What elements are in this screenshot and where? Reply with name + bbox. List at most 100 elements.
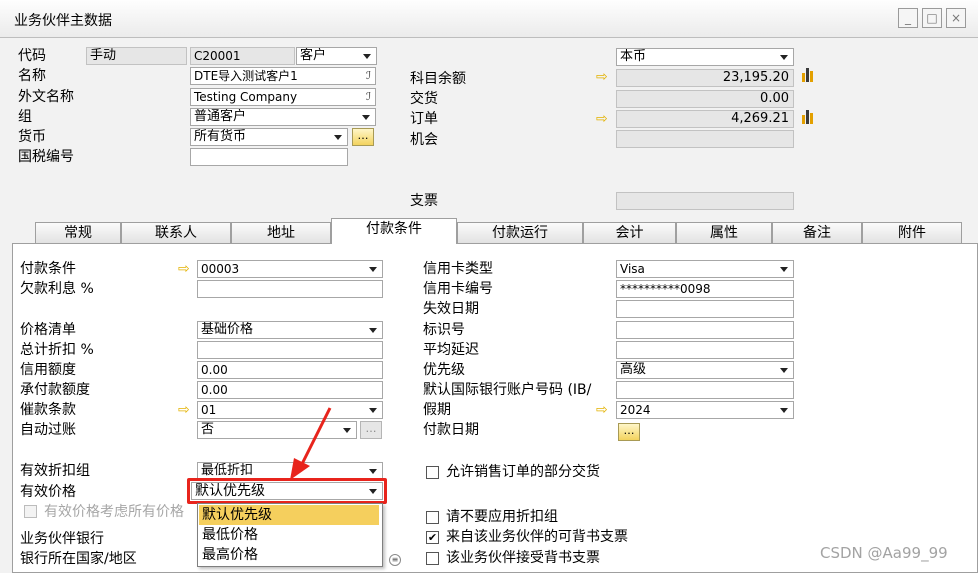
id-number-label: 标识号 bbox=[423, 322, 465, 338]
bar-chart-icon[interactable] bbox=[802, 110, 816, 124]
group-select[interactable]: 普通客户 bbox=[190, 108, 376, 126]
partial-delivery-label: 允许销售订单的部分交货 bbox=[446, 464, 600, 480]
account-balance-field: 23,195.20 bbox=[616, 69, 794, 87]
credit-limit-field[interactable]: 0.00 bbox=[197, 361, 383, 379]
average-delay-field[interactable] bbox=[616, 341, 794, 359]
orders-label: 订单 bbox=[410, 111, 438, 127]
annotation-arrow bbox=[290, 407, 332, 480]
maximize-button[interactable]: □ bbox=[922, 8, 942, 28]
window-title: 业务伙伴主数据 bbox=[14, 13, 112, 29]
effective-price-all-label: 有效价格考虑所有价格 bbox=[44, 504, 184, 520]
total-discount-field[interactable] bbox=[197, 341, 383, 359]
holiday-label: 假期 bbox=[423, 402, 451, 418]
link-arrow-icon[interactable]: ⇨ bbox=[596, 70, 611, 84]
title-bar bbox=[0, 0, 978, 38]
link-arrow-icon[interactable]: ⇨ bbox=[596, 403, 611, 417]
name-field[interactable]: DTE导入测试客户1 bbox=[190, 67, 376, 85]
dropdown-option-default-priority[interactable]: 默认优先级 bbox=[199, 505, 379, 525]
partial-delivery-checkbox[interactable] bbox=[426, 466, 439, 479]
name-label: 名称 bbox=[18, 68, 46, 84]
currency-label: 货币 bbox=[18, 129, 46, 145]
card-number-label: 信用卡编号 bbox=[423, 281, 493, 297]
interest-label: 欠款利息 % bbox=[20, 281, 94, 297]
tab-remarks[interactable]: 备注 bbox=[772, 222, 862, 243]
account-balance-label: 科目余额 bbox=[410, 71, 466, 87]
tab-general[interactable]: 常规 bbox=[35, 222, 121, 243]
tab-payment-run[interactable]: 付款运行 bbox=[457, 222, 583, 243]
payment-terms-select[interactable]: 00003 bbox=[197, 260, 383, 278]
auto-post-more-button[interactable]: … bbox=[360, 421, 382, 439]
credit-limit-label: 信用额度 bbox=[20, 362, 76, 378]
tab-contacts[interactable]: 联系人 bbox=[121, 222, 231, 243]
opportunities-field bbox=[616, 130, 794, 148]
effective-discount-label: 有效折扣组 bbox=[20, 463, 90, 479]
card-type-select[interactable]: Visa bbox=[616, 260, 794, 278]
foreign-name-label: 外文名称 bbox=[18, 89, 74, 105]
translate-icon[interactable]: ℐ bbox=[366, 90, 376, 104]
accepts-endorsed-checkbox[interactable] bbox=[426, 552, 439, 565]
foreign-name-field[interactable]: Testing Company bbox=[190, 88, 376, 106]
close-button[interactable]: × bbox=[946, 8, 966, 28]
endorsed-checks-from-label: 来自该业务伙伴的可背书支票 bbox=[446, 529, 628, 545]
link-arrow-icon[interactable]: ⇨ bbox=[178, 403, 193, 417]
card-type-label: 信用卡类型 bbox=[423, 261, 493, 277]
link-arrow-icon[interactable]: ⇨ bbox=[178, 262, 193, 276]
commitment-limit-label: 承付款额度 bbox=[20, 382, 90, 398]
minimize-button[interactable]: _ bbox=[898, 8, 918, 28]
bank-country-label: 银行所在国家/地区 bbox=[20, 551, 137, 567]
no-discount-group-checkbox[interactable] bbox=[426, 511, 439, 524]
tab-properties[interactable]: 属性 bbox=[676, 222, 772, 243]
commitment-limit-field[interactable]: 0.00 bbox=[197, 381, 383, 399]
delivery-label: 交货 bbox=[410, 91, 438, 107]
dunning-label: 催款条款 bbox=[20, 402, 76, 418]
currency-more-button[interactable]: … bbox=[352, 128, 374, 146]
tax-id-field[interactable] bbox=[190, 148, 348, 166]
default-iban-label: 默认国际银行账户号码 (IB/ bbox=[423, 382, 592, 398]
tax-id-label: 国税编号 bbox=[18, 149, 74, 165]
card-number-field[interactable]: **********0098 bbox=[616, 280, 794, 298]
tab-payment-terms[interactable]: 付款条件 bbox=[331, 218, 457, 244]
payment-dates-button[interactable]: … bbox=[618, 423, 640, 441]
no-discount-group-label: 请不要应用折扣组 bbox=[446, 509, 558, 525]
expiry-date-label: 失效日期 bbox=[423, 301, 479, 317]
endorsed-checks-from-checkbox[interactable]: ✔ bbox=[426, 531, 439, 544]
tab-accounting[interactable]: 会计 bbox=[583, 222, 676, 243]
holiday-select[interactable]: 2024 bbox=[616, 401, 794, 419]
code-mode-select[interactable]: 手动 bbox=[86, 47, 187, 65]
dropdown-option-lowest-price[interactable]: 最低价格 bbox=[199, 525, 379, 545]
priority-select[interactable]: 高级 bbox=[616, 361, 794, 379]
orders-field: 4,269.21 bbox=[616, 110, 794, 128]
payment-terms-label: 付款条件 bbox=[20, 261, 76, 277]
local-currency-select[interactable]: 本币 bbox=[616, 48, 794, 66]
id-number-field[interactable] bbox=[616, 321, 794, 339]
tab-addresses[interactable]: 地址 bbox=[231, 222, 331, 243]
currency-select[interactable]: 所有货币 bbox=[190, 128, 348, 146]
expiry-date-field[interactable] bbox=[616, 300, 794, 318]
tab-attachments[interactable]: 附件 bbox=[862, 222, 962, 243]
translate-icon[interactable]: ℐ bbox=[366, 69, 376, 83]
watermark: CSDN @Aa99_99 bbox=[820, 544, 948, 562]
effective-price-dropdown: 默认优先级 最低价格 最高价格 bbox=[197, 503, 383, 567]
group-label: 组 bbox=[18, 109, 32, 125]
code-field[interactable]: C20001 bbox=[190, 47, 295, 65]
opportunities-label: 机会 bbox=[410, 132, 438, 148]
dropdown-option-highest-price[interactable]: 最高价格 bbox=[199, 545, 379, 565]
bp-bank-label: 业务伙伴银行 bbox=[20, 531, 104, 547]
effective-price-all-checkbox[interactable] bbox=[24, 505, 37, 518]
effective-price-label: 有效价格 bbox=[20, 484, 76, 500]
payment-dates-label: 付款日期 bbox=[423, 422, 479, 438]
price-list-select[interactable]: 基础价格 bbox=[197, 321, 383, 339]
delivery-field: 0.00 bbox=[616, 90, 794, 108]
bar-chart-icon[interactable] bbox=[802, 68, 816, 82]
code-label: 代码 bbox=[18, 48, 46, 64]
link-arrow-icon[interactable]: ⇨ bbox=[596, 112, 611, 126]
bp-type-select[interactable]: 客户 bbox=[296, 47, 377, 65]
interest-field[interactable] bbox=[197, 280, 383, 298]
auto-post-label: 自动过账 bbox=[20, 422, 76, 438]
checks-label: 支票 bbox=[410, 193, 438, 209]
price-list-label: 价格清单 bbox=[20, 322, 76, 338]
average-delay-label: 平均延迟 bbox=[423, 342, 479, 358]
total-discount-label: 总计折扣 % bbox=[20, 342, 94, 358]
list-icon[interactable]: ≡ bbox=[389, 554, 401, 566]
default-iban-field[interactable] bbox=[616, 381, 794, 399]
